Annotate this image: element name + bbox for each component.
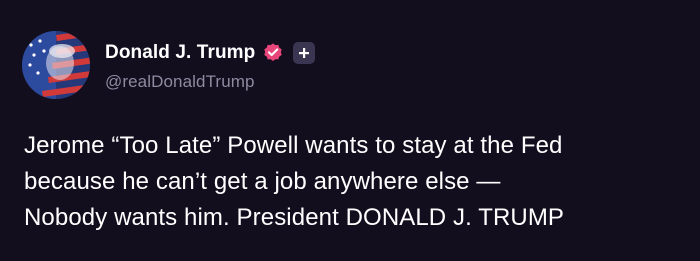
post-body: Jerome “Too Late” Powell wants to stay a… bbox=[24, 128, 684, 236]
author-name[interactable]: Donald J. Trump bbox=[105, 42, 255, 64]
follow-button[interactable] bbox=[293, 41, 316, 64]
post-body-line: because he can’t get a job anywhere else… bbox=[24, 168, 501, 195]
avatar-image bbox=[22, 31, 90, 99]
plus-icon bbox=[299, 47, 310, 58]
post-body-line: Nobody wants him. President DONALD J. TR… bbox=[24, 204, 565, 231]
post-card: Donald J. Trump @realDonaldTrump Jerome bbox=[0, 0, 700, 261]
avatar[interactable] bbox=[22, 31, 90, 99]
post-header: Donald J. Trump @realDonaldTrump bbox=[22, 31, 316, 99]
name-row: Donald J. Trump bbox=[105, 39, 316, 67]
author-meta: Donald J. Trump @realDonaldTrump bbox=[105, 39, 316, 92]
verified-badge-icon bbox=[262, 42, 284, 64]
author-handle[interactable]: @realDonaldTrump bbox=[105, 72, 315, 92]
post-body-line: Jerome “Too Late” Powell wants to stay a… bbox=[24, 132, 563, 159]
